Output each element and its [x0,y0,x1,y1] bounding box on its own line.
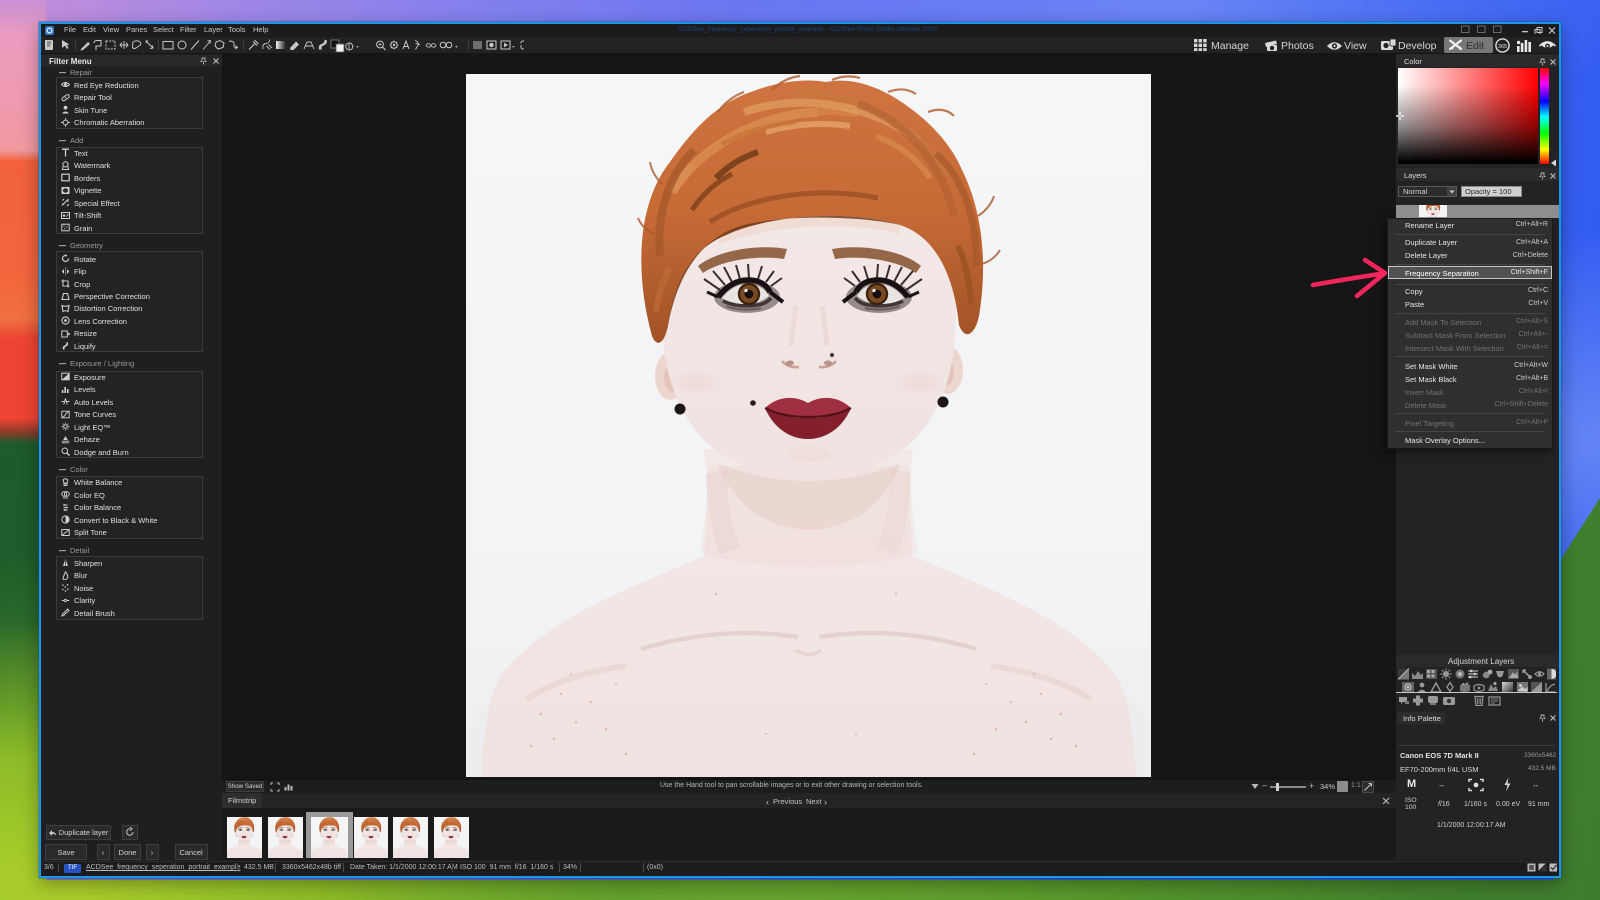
svg-text:365: 365 [1498,44,1507,50]
